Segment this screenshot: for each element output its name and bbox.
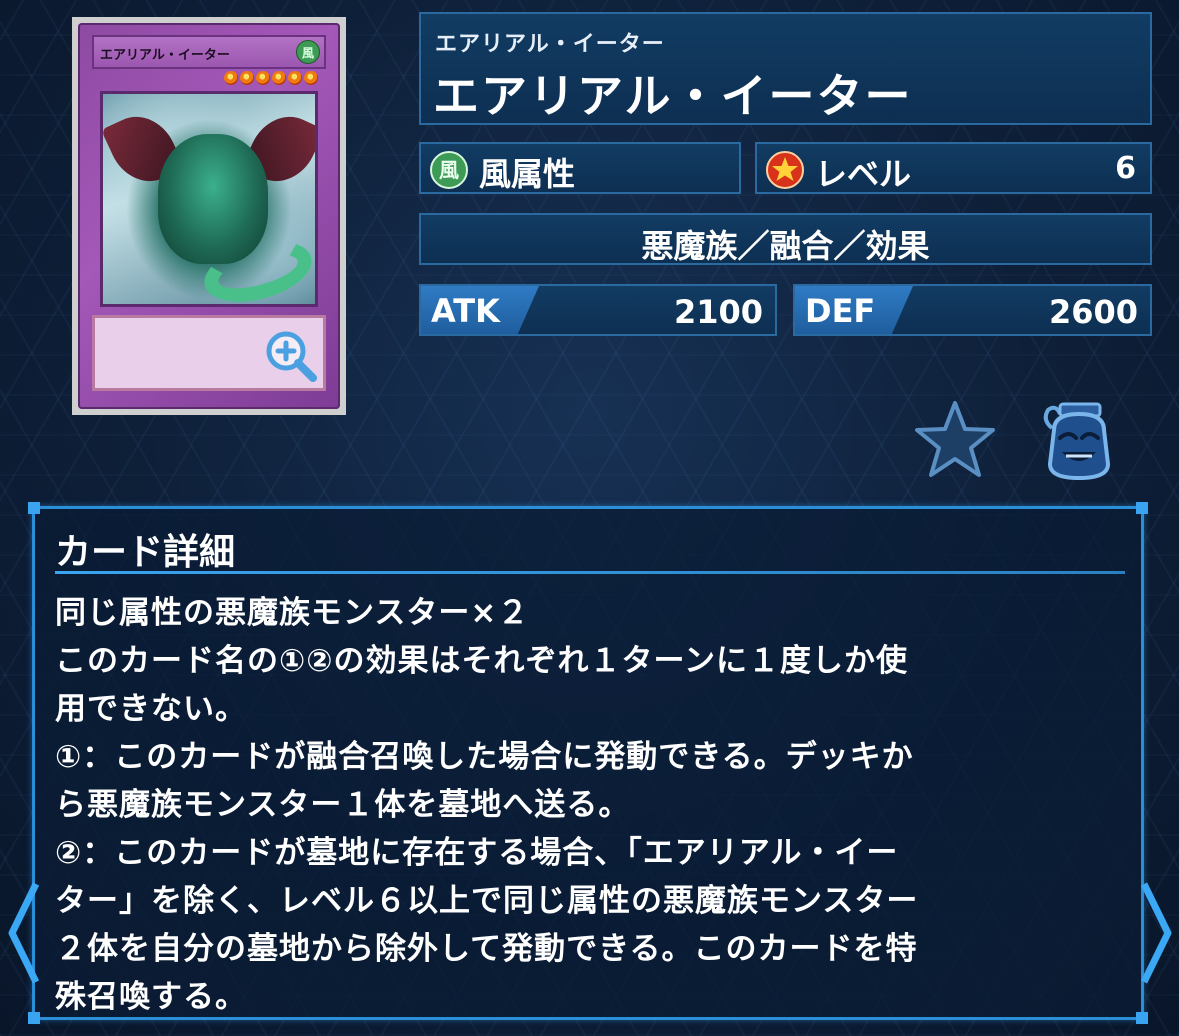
atk-label: ATK [431,292,500,330]
magnify-plus-icon[interactable] [263,328,319,384]
card-name-bar: エアリアル・イーター 風 [92,35,326,69]
card-name-panel: エアリアル・イーター エアリアル・イーター [419,12,1152,125]
panel-corner [1136,1012,1148,1024]
card-level-stars [224,71,318,85]
card-detail-title: カード詳細 [55,532,236,573]
card-name-reading: エアリアル・イーター [435,32,665,57]
panel-corner [28,1012,40,1024]
card-frame: エアリアル・イーター 風 [78,23,340,409]
def-panel: DEF 2600 [793,284,1152,336]
card-text-box [92,315,326,391]
atk-panel: ATK 2100 [419,284,777,336]
card-image-name: エアリアル・イーター [100,48,230,63]
star-icon [915,401,995,477]
favorite-star-button[interactable] [914,400,996,478]
card-artwork [100,91,318,307]
chevron-right-icon [1140,882,1172,984]
level-panel: レベル 6 [755,142,1152,194]
card-attribute-icon: 風 [296,40,320,64]
def-value: 2600 [1048,293,1138,331]
panel-corner [1136,502,1148,514]
svg-text:風: 風 [439,158,459,182]
level-label: レベル [815,155,912,193]
next-card-button[interactable] [1136,878,1176,988]
attribute-label: 風属性 [479,155,576,193]
level-value: 6 [1115,151,1136,186]
card-effect-text: 同じ属性の悪魔族モンスター×２ このカード名の①②の効果はそれぞれ１ターンに１度… [55,595,919,1015]
card-detail-panel[interactable]: カード詳細 同じ属性の悪魔族モンスター×２ このカード名の①②の効果はそれぞれ１… [28,502,1148,1024]
monster-type-line: 悪魔族／融合／効果 [641,227,930,265]
level-star-icon [304,71,318,85]
wind-attribute-icon: 風 [430,151,468,189]
pot-of-greed-icon [1043,402,1111,481]
level-star-icon [240,71,254,85]
pot-of-greed-button[interactable] [1038,400,1120,482]
level-star-icon [288,71,302,85]
chevron-left-icon [8,882,40,984]
level-star-icon [224,71,238,85]
previous-card-button[interactable] [4,878,44,988]
panel-corner [28,502,40,514]
def-label: DEF [805,292,876,330]
level-star-icon [256,71,270,85]
atk-value: 2100 [673,293,763,331]
card-image[interactable]: エアリアル・イーター 風 [72,17,346,415]
level-star-icon [766,151,804,189]
type-panel: 悪魔族／融合／効果 [419,213,1152,265]
title-divider [55,571,1125,574]
attribute-panel: 風 風属性 [419,142,741,194]
card-name-title: エアリアル・イーター [433,69,913,123]
level-star-icon [272,71,286,85]
